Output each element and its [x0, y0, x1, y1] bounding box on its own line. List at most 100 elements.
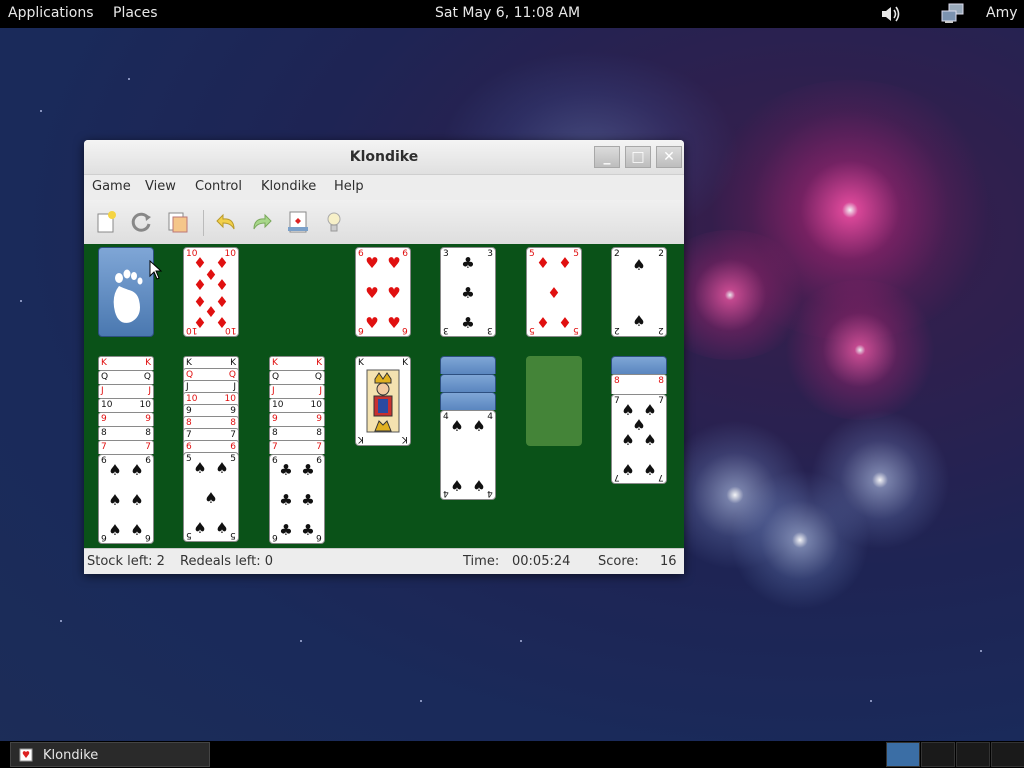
- star: [40, 110, 42, 112]
- foundation-clubs[interactable]: 3 3 3 3 ♣ ♣ ♣: [440, 247, 496, 337]
- title-bar[interactable]: Klondike _ □ ✕: [84, 140, 684, 175]
- suit-pip: ♦: [536, 254, 550, 272]
- card-rank: 5: [573, 249, 579, 259]
- suit-pip: ♣: [461, 284, 475, 302]
- network-icon[interactable]: [940, 3, 966, 25]
- card-rank: 5: [529, 325, 535, 335]
- card-rank: 8: [658, 376, 664, 386]
- card-rank: K: [358, 434, 364, 444]
- deal-icon[interactable]: [286, 210, 310, 234]
- minimize-button[interactable]: _: [594, 146, 620, 168]
- maximize-button[interactable]: □: [625, 146, 651, 168]
- new-game-icon[interactable]: [94, 210, 118, 234]
- card-rank: 3: [443, 249, 449, 259]
- card-rank: J: [233, 382, 236, 392]
- suit-pip: ♣: [461, 314, 475, 332]
- card-rank: 2: [658, 249, 664, 259]
- suit-pip: ♦: [215, 314, 229, 332]
- suit-pip: ♠: [621, 431, 635, 449]
- card-rank: 2: [614, 249, 620, 259]
- close-button[interactable]: ✕: [656, 146, 682, 168]
- suit-pip: ♦: [536, 314, 550, 332]
- card-rank: 6: [316, 532, 322, 542]
- toolbar: [84, 200, 684, 245]
- tableau-top-card[interactable]: 4 4 4 4 ♠ ♠ ♠ ♠: [440, 410, 496, 500]
- user-menu[interactable]: Amy: [986, 5, 1018, 21]
- card-rank: 2: [658, 325, 664, 335]
- card-rank: 6: [272, 456, 278, 466]
- workspace-4[interactable]: [991, 742, 1024, 767]
- menu-control[interactable]: Control: [195, 179, 242, 194]
- tableau-top-card[interactable]: 6 6 6 6 ♠ ♠ ♠ ♠ ♠ ♠: [98, 454, 154, 544]
- suit-pip: ♣: [301, 461, 315, 479]
- card-rank: Q: [228, 370, 236, 380]
- menu-help[interactable]: Help: [334, 179, 364, 194]
- card-rank: 3: [487, 325, 493, 335]
- stock-pile[interactable]: [98, 247, 154, 337]
- tableau-top-card[interactable]: 7 7 7 7 ♠ ♠ ♠ ♠ ♠ ♠ ♠: [611, 394, 667, 484]
- speaker-icon[interactable]: [880, 4, 902, 24]
- suit-pip: ♣: [279, 461, 293, 479]
- toolbar-separator: [203, 210, 204, 236]
- status-bar: Stock left: 2 Redeals left: 0 Time: 00:0…: [84, 548, 684, 574]
- waste-card[interactable]: 10 10 10 10 ♦ ♦ ♦ ♦ ♦ ♦ ♦ ♦ ♦ ♦: [183, 247, 239, 337]
- star: [60, 620, 62, 622]
- card-rank: K: [272, 358, 278, 368]
- suit-pip: ♠: [108, 491, 122, 509]
- suit-pip: ♠: [215, 459, 229, 477]
- tableau-top-card[interactable]: 6 6 6 6 ♣ ♣ ♣ ♣ ♣ ♣: [269, 454, 325, 544]
- tableau-top-card[interactable]: K K K K: [355, 356, 411, 446]
- suit-pip: ♠: [450, 477, 464, 495]
- workspace-3[interactable]: [956, 742, 990, 767]
- card-rank: Q: [143, 372, 151, 382]
- workspace-2[interactable]: [921, 742, 955, 767]
- card-rank: 6: [230, 442, 236, 452]
- card-rank: 9: [186, 406, 192, 416]
- foundation-spades[interactable]: 2 2 2 2 ♠ ♠: [611, 247, 667, 337]
- suit-pip: ♦: [558, 254, 572, 272]
- select-game-icon[interactable]: [166, 210, 190, 234]
- firework-pink: [780, 280, 940, 420]
- empty-tableau-slot[interactable]: [526, 356, 582, 446]
- suit-pip: ♣: [279, 521, 293, 539]
- taskbar-item-klondike[interactable]: Klondike: [10, 742, 210, 767]
- card-rank: K: [186, 358, 192, 368]
- suit-pip: ♦: [215, 276, 229, 294]
- suit-pip: ♥: [365, 284, 379, 302]
- card-rank: 5: [230, 454, 236, 464]
- menu-bar: Game View Control Klondike Help: [84, 175, 684, 199]
- card-rank: 9: [230, 406, 236, 416]
- menu-game[interactable]: Game: [92, 179, 131, 194]
- card-rank: 7: [614, 472, 620, 482]
- tableau-top-card[interactable]: 5 5 5 5 ♠ ♠ ♠ ♠ ♠: [183, 452, 239, 542]
- undo-icon[interactable]: [214, 210, 238, 234]
- card-rank: 9: [316, 414, 322, 424]
- applications-menu[interactable]: Applications: [8, 5, 94, 21]
- klondike-window: Klondike _ □ ✕ Game View Control Klondik…: [84, 140, 684, 574]
- star: [300, 640, 302, 642]
- card-rank: 6: [402, 325, 408, 335]
- redo-icon[interactable]: [250, 210, 274, 234]
- card-rank: 8: [614, 376, 620, 386]
- taskbar: Klondike: [0, 741, 1024, 768]
- menu-klondike[interactable]: Klondike: [261, 179, 316, 194]
- suit-pip: ♠: [450, 417, 464, 435]
- card-rank: K: [358, 358, 364, 368]
- card-rank: 6: [145, 456, 151, 466]
- time-label: Time:: [463, 554, 500, 569]
- workspace-1[interactable]: [886, 742, 920, 767]
- foundation-diamonds[interactable]: 5 5 5 5 ♦ ♦ ♦ ♦ ♦: [526, 247, 582, 337]
- suit-pip: ♠: [632, 256, 646, 274]
- card-rank: J: [148, 386, 151, 396]
- restart-icon[interactable]: [130, 210, 154, 234]
- card-rank: 6: [101, 456, 107, 466]
- top-panel: Applications Places Sat May 6, 11:08 AM …: [0, 0, 1024, 28]
- card-rank: 6: [186, 442, 192, 452]
- star: [420, 700, 422, 702]
- places-menu[interactable]: Places: [113, 5, 158, 21]
- clock[interactable]: Sat May 6, 11:08 AM: [435, 5, 580, 21]
- firework-white: [810, 410, 950, 550]
- menu-view[interactable]: View: [145, 179, 176, 194]
- foundation-hearts[interactable]: 6 6 6 6 ♥ ♥ ♥ ♥ ♥ ♥: [355, 247, 411, 337]
- hint-icon[interactable]: [322, 210, 346, 234]
